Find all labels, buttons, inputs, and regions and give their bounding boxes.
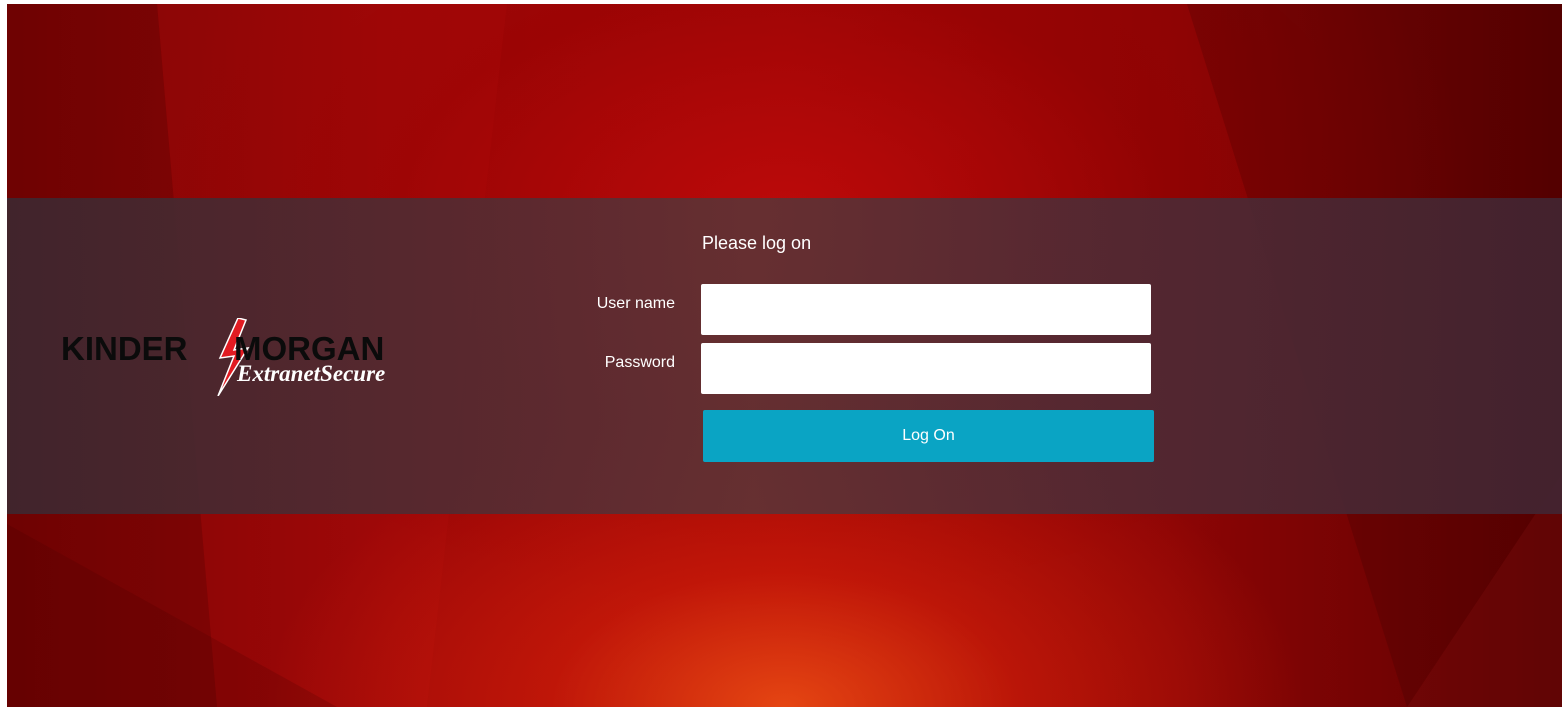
log-on-button[interactable]: Log On bbox=[703, 410, 1154, 462]
password-label: Password bbox=[604, 354, 675, 371]
login-band: KINDER MORGAN ExtranetSecure Please log … bbox=[7, 198, 1562, 514]
password-input[interactable] bbox=[701, 343, 1151, 394]
page-background: KINDER MORGAN ExtranetSecure Please log … bbox=[7, 4, 1562, 707]
username-label: User name bbox=[596, 295, 675, 312]
login-title: Please log on bbox=[702, 233, 812, 253]
logo-product-name: ExtranetSecure bbox=[237, 361, 386, 386]
company-logo: KINDER MORGAN ExtranetSecure bbox=[59, 318, 439, 398]
username-input[interactable] bbox=[701, 284, 1151, 335]
logo-brand-left: KINDER bbox=[61, 330, 188, 367]
